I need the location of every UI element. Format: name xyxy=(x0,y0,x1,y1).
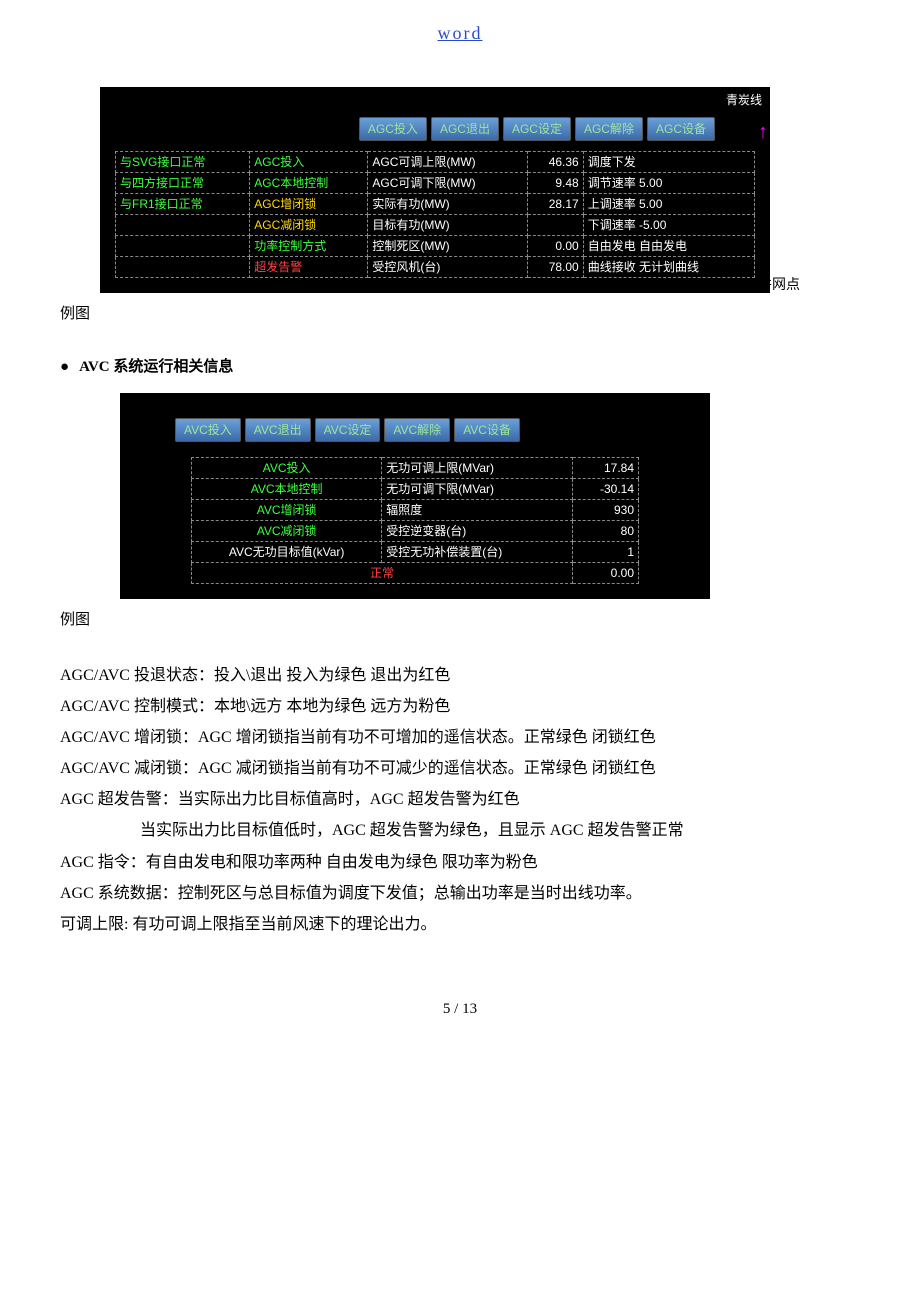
cell: AVC本地控制 xyxy=(192,479,382,500)
cell: 下调速率 -5.00 xyxy=(583,215,754,236)
agc-tab[interactable]: AGC投入 xyxy=(359,117,427,141)
avc-tabs: AVC投入 AVC退出 AVC设定 AVC解除 AVC设备 xyxy=(175,418,695,442)
cell xyxy=(116,257,250,278)
cell: 控制死区(MW) xyxy=(368,236,528,257)
avc-screenshot: AVC投入 AVC退出 AVC设定 AVC解除 AVC设备 AVC投入 无功可调… xyxy=(120,393,710,599)
cell: AGC可调上限(MW) xyxy=(368,152,528,173)
cell: 与FR1接口正常 xyxy=(116,194,250,215)
page-header-link: word xyxy=(60,20,860,47)
table-row: AVC投入 无功可调上限(MVar) 17.84 xyxy=(192,458,639,479)
cell: AGC投入 xyxy=(250,152,368,173)
cell: 受控无功补偿装置(台) xyxy=(382,542,573,563)
cell: 调节速率 5.00 xyxy=(583,173,754,194)
para: 当实际出力比目标值低时，AGC 超发告警为绿色，且显示 AGC 超发告警正常 xyxy=(60,817,860,844)
table-row: AVC无功目标值(kVar) 受控无功补偿装置(台) 1 xyxy=(192,542,639,563)
cell: 辐照度 xyxy=(382,500,573,521)
grid-point-label: 并网点 xyxy=(758,275,800,296)
body-text: AGC/AVC 投退状态：投入\退出 投入为绿色 退出为红色 AGC/AVC 控… xyxy=(60,662,860,939)
page-footer: 5 / 13 xyxy=(60,998,860,1021)
cell: AVC增闭锁 xyxy=(192,500,382,521)
table-row: 与四方接口正常 AGC本地控制 AGC可调下限(MW) 9.48 调节速率 5.… xyxy=(116,173,755,194)
avc-table: AVC投入 无功可调上限(MVar) 17.84 AVC本地控制 无功可调下限(… xyxy=(191,457,639,584)
cell: AVC投入 xyxy=(192,458,382,479)
agc-screenshot: 青炭线 ↑ AGC投入 AGC退出 AGC设定 AGC解除 AGC设备 与SVG… xyxy=(100,87,770,293)
cell: AGC本地控制 xyxy=(250,173,368,194)
para: AGC 超发告警：当实际出力比目标值高时，AGC 超发告警为红色 xyxy=(60,786,860,813)
para: AGC 系统数据：控制死区与总目标值为调度下发值；总输出功率是当时出线功率。 xyxy=(60,880,860,907)
agc-caption: 例图 xyxy=(60,303,860,326)
para: AGC/AVC 控制模式：本地\远方 本地为绿色 远方为粉色 xyxy=(60,693,860,720)
cell: AGC可调下限(MW) xyxy=(368,173,528,194)
para: AGC/AVC 减闭锁：AGC 减闭锁指当前有功不可减少的遥信状态。正常绿色 闭… xyxy=(60,755,860,782)
avc-tab[interactable]: AVC解除 xyxy=(384,418,450,442)
agc-tab[interactable]: AGC退出 xyxy=(431,117,499,141)
cell: 9.48 xyxy=(528,173,584,194)
cell: 1 xyxy=(573,542,639,563)
avc-tab[interactable]: AVC退出 xyxy=(245,418,311,442)
cell: 无功可调上限(MVar) xyxy=(382,458,573,479)
cell: 无功可调下限(MVar) xyxy=(382,479,573,500)
table-row: 与SVG接口正常 AGC投入 AGC可调上限(MW) 46.36 调度下发 xyxy=(116,152,755,173)
para: AGC 指令：有自由发电和限功率两种 自由发电为绿色 限功率为粉色 xyxy=(60,849,860,876)
agc-tab[interactable]: AGC解除 xyxy=(575,117,643,141)
cell xyxy=(528,215,584,236)
table-row: AVC本地控制 无功可调下限(MVar) -30.14 xyxy=(192,479,639,500)
cell: 46.36 xyxy=(528,152,584,173)
cell xyxy=(116,236,250,257)
cell: 17.84 xyxy=(573,458,639,479)
cell: AGC增闭锁 xyxy=(250,194,368,215)
para: AGC/AVC 增闭锁：AGC 增闭锁指当前有功不可增加的遥信状态。正常绿色 闭… xyxy=(60,724,860,751)
cell: 调度下发 xyxy=(583,152,754,173)
cell: 功率控制方式 xyxy=(250,236,368,257)
cell: 0.00 xyxy=(573,563,639,584)
avc-tab[interactable]: AVC设定 xyxy=(315,418,381,442)
cell: 曲线接收 无计划曲线 xyxy=(583,257,754,278)
agc-tabs: AGC投入 AGC退出 AGC设定 AGC解除 AGC设备 xyxy=(115,117,715,141)
cell: 28.17 xyxy=(528,194,584,215)
cell: AVC无功目标值(kVar) xyxy=(192,542,382,563)
table-row: AVC减闭锁 受控逆变器(台) 80 xyxy=(192,521,639,542)
cell: 受控风机(台) xyxy=(368,257,528,278)
cell: 上调速率 5.00 xyxy=(583,194,754,215)
table-row: AVC增闭锁 辐照度 930 xyxy=(192,500,639,521)
table-row: 与FR1接口正常 AGC增闭锁 实际有功(MW) 28.17 上调速率 5.00 xyxy=(116,194,755,215)
table-row: 正常 0.00 xyxy=(192,563,639,584)
cell: 超发告警 xyxy=(250,257,368,278)
avc-tab[interactable]: AVC设备 xyxy=(454,418,520,442)
cell: 自由发电 自由发电 xyxy=(583,236,754,257)
cell: 正常 xyxy=(192,563,573,584)
avc-section-title: AVC 系统运行相关信息 xyxy=(60,356,860,379)
table-row: AGC减闭锁 目标有功(MW) 下调速率 -5.00 xyxy=(116,215,755,236)
cell xyxy=(116,215,250,236)
para: AGC/AVC 投退状态：投入\退出 投入为绿色 退出为红色 xyxy=(60,662,860,689)
cell: 实际有功(MW) xyxy=(368,194,528,215)
table-row: 超发告警 受控风机(台) 78.00 曲线接收 无计划曲线 xyxy=(116,257,755,278)
cell: -30.14 xyxy=(573,479,639,500)
cell: 目标有功(MW) xyxy=(368,215,528,236)
arrow-up-icon: ↑ xyxy=(758,117,768,147)
avc-tab[interactable]: AVC投入 xyxy=(175,418,241,442)
cell: 受控逆变器(台) xyxy=(382,521,573,542)
agc-table: 与SVG接口正常 AGC投入 AGC可调上限(MW) 46.36 调度下发 与四… xyxy=(115,151,755,278)
top-line-label: 青炭线 xyxy=(726,91,762,109)
cell: 与四方接口正常 xyxy=(116,173,250,194)
agc-tab[interactable]: AGC设定 xyxy=(503,117,571,141)
para: 可调上限: 有功可调上限指至当前风速下的理论出力。 xyxy=(60,911,860,938)
cell: 0.00 xyxy=(528,236,584,257)
cell: 与SVG接口正常 xyxy=(116,152,250,173)
cell: 930 xyxy=(573,500,639,521)
cell: 78.00 xyxy=(528,257,584,278)
table-row: 功率控制方式 控制死区(MW) 0.00 自由发电 自由发电 xyxy=(116,236,755,257)
agc-tab[interactable]: AGC设备 xyxy=(647,117,715,141)
cell: 80 xyxy=(573,521,639,542)
cell: AGC减闭锁 xyxy=(250,215,368,236)
avc-caption: 例图 xyxy=(60,609,860,632)
cell: AVC减闭锁 xyxy=(192,521,382,542)
